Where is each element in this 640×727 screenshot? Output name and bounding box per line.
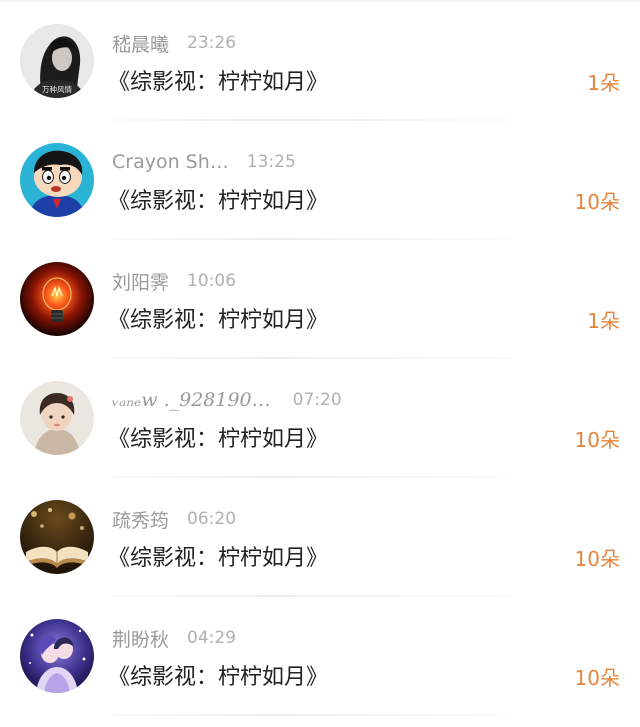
open-book-avatar[interactable] bbox=[20, 500, 94, 574]
timestamp: 07:20 bbox=[292, 390, 342, 410]
timestamp: 13:25 bbox=[246, 152, 296, 172]
list-item[interactable]: 荆盼秋 04:29 《综影视：柠柠如月》 10朵 bbox=[0, 597, 640, 716]
list-item[interactable]: ᵥₐₙₑw ._928190… 07:20 《综影视：柠柠如月》 10朵 bbox=[0, 359, 640, 478]
child-photo-avatar[interactable] bbox=[20, 381, 94, 455]
timestamp: 04:29 bbox=[187, 628, 237, 648]
username[interactable]: 嵇晨曦 bbox=[112, 30, 169, 57]
record-meta: 嵇晨曦 23:26 bbox=[112, 30, 236, 56]
username[interactable]: ᵥₐₙₑw ._928190… bbox=[112, 389, 271, 411]
book-title[interactable]: 《综影视：柠柠如月》 bbox=[108, 302, 328, 334]
timestamp: 23:26 bbox=[187, 33, 237, 53]
gift-record-list: 万种风情 嵇晨曦 23:26 《综影视：柠柠如月》 1朵 Crayon Sh… … bbox=[0, 2, 640, 716]
lightbulb-avatar[interactable] bbox=[20, 262, 94, 336]
record-meta: 疏秀筠 06:20 bbox=[112, 506, 236, 532]
book-title[interactable]: 《综影视：柠柠如月》 bbox=[108, 540, 328, 572]
flower-count: 10朵 bbox=[574, 428, 620, 452]
record-meta: ᵥₐₙₑw ._928190… 07:20 bbox=[112, 387, 342, 413]
avatar-text: 万种风情 bbox=[42, 84, 72, 94]
list-item[interactable]: 刘阳霁 10:06 《综影视：柠柠如月》 1朵 bbox=[0, 240, 640, 359]
username[interactable]: 荆盼秋 bbox=[112, 625, 169, 652]
list-item[interactable]: 万种风情 嵇晨曦 23:26 《综影视：柠柠如月》 1朵 bbox=[0, 2, 640, 121]
record-meta: Crayon Sh… 13:25 bbox=[112, 149, 296, 175]
woman-portrait-avatar[interactable]: 万种风情 bbox=[20, 24, 94, 98]
username[interactable]: Crayon Sh… bbox=[112, 151, 229, 173]
record-meta: 荆盼秋 04:29 bbox=[112, 625, 236, 651]
flower-count: 10朵 bbox=[574, 666, 620, 690]
flower-count: 10朵 bbox=[574, 190, 620, 214]
username[interactable]: 疏秀筠 bbox=[112, 506, 169, 533]
cartoon-boy-avatar[interactable] bbox=[20, 143, 94, 217]
timestamp: 10:06 bbox=[187, 271, 237, 291]
book-title[interactable]: 《综影视：柠柠如月》 bbox=[108, 421, 328, 453]
flower-count: 10朵 bbox=[574, 547, 620, 571]
anime-couple-avatar[interactable] bbox=[20, 619, 94, 693]
list-item[interactable]: Crayon Sh… 13:25 《综影视：柠柠如月》 10朵 bbox=[0, 121, 640, 240]
book-title[interactable]: 《综影视：柠柠如月》 bbox=[108, 183, 328, 215]
book-title[interactable]: 《综影视：柠柠如月》 bbox=[108, 659, 328, 691]
timestamp: 06:20 bbox=[187, 509, 237, 529]
flower-count: 1朵 bbox=[587, 309, 620, 333]
flower-count: 1朵 bbox=[587, 71, 620, 95]
record-meta: 刘阳霁 10:06 bbox=[112, 268, 236, 294]
row-divider bbox=[112, 714, 512, 716]
book-title[interactable]: 《综影视：柠柠如月》 bbox=[108, 64, 328, 96]
list-item[interactable]: 疏秀筠 06:20 《综影视：柠柠如月》 10朵 bbox=[0, 478, 640, 597]
username[interactable]: 刘阳霁 bbox=[112, 268, 169, 295]
